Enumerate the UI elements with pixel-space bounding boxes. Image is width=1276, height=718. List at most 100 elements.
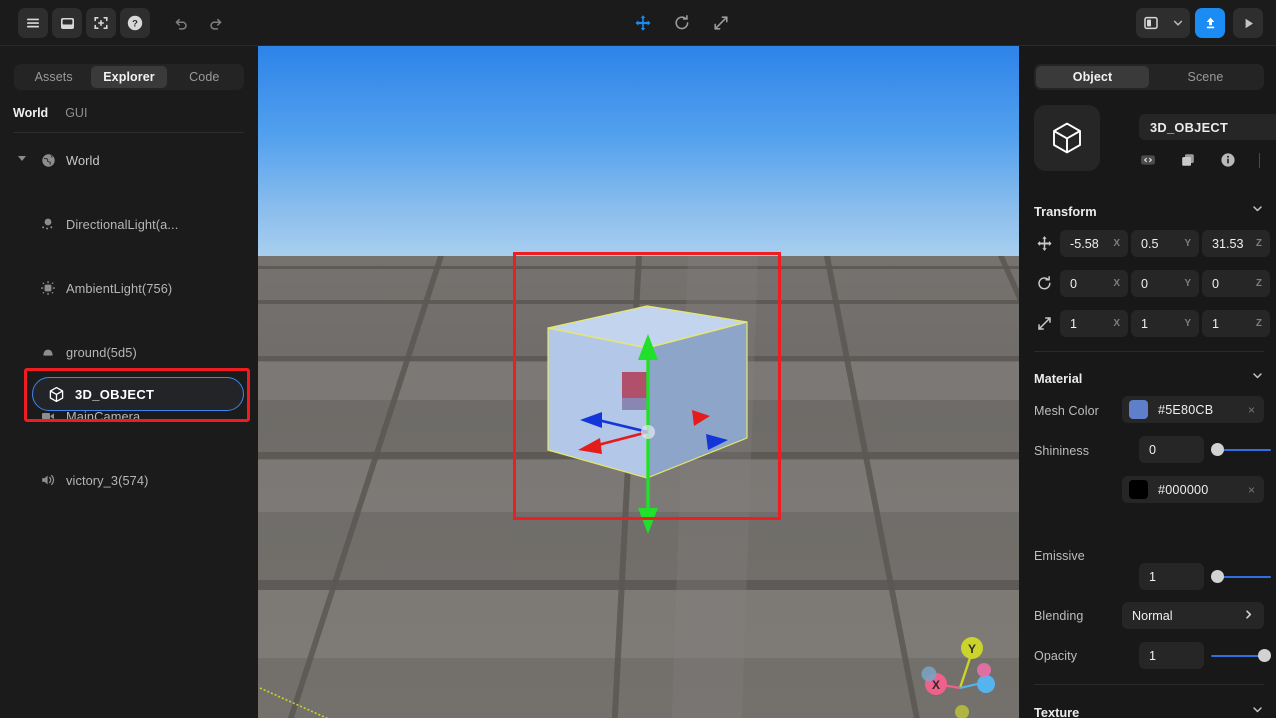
inspector-panel: Object Scene 3D_OBJECT Transform -5.58 X… [1019,46,1276,718]
play-icon[interactable] [1233,8,1263,38]
shininess-slider[interactable] [1211,436,1271,463]
chevron-down-icon[interactable] [1251,703,1264,718]
field-value: 0.5 [1141,236,1159,251]
scale-x-field[interactable]: 1 X [1060,310,1128,337]
menu-icon[interactable] [18,8,48,38]
action-divider [1259,152,1260,168]
clear-color-icon[interactable]: × [1248,403,1255,417]
duplicate-icon[interactable] [1179,152,1196,169]
subtab-world[interactable]: World [13,106,48,120]
tree-item-directionallight[interactable]: DirectionalLight(a... [0,208,258,240]
texture-section-header[interactable]: Texture [1034,702,1264,718]
position-z-field[interactable]: 31.53 Z [1202,230,1270,257]
code-icon[interactable] [1139,152,1156,169]
axis-gizmo[interactable]: Y X [918,626,1018,718]
field-axis: Z [1255,278,1262,289]
sidebar-tabs: Assets Explorer Code [14,64,244,90]
section-title: Transform [1034,203,1097,219]
object-header: 3D_OBJECT [1034,105,1276,175]
section-title: Texture [1034,704,1080,718]
3d-viewport[interactable]: Y X [258,46,1019,718]
directional-light-icon [38,214,58,234]
tree-item-label: ground(5d5) [66,344,137,360]
scale-tool-icon[interactable] [706,8,736,38]
chevron-down-icon[interactable] [18,156,26,161]
field-value: 1 [1070,316,1078,331]
opacity-slider[interactable] [1211,642,1271,669]
blending-select[interactable]: Normal [1122,602,1264,629]
cube-annotation-box [513,252,781,520]
field-value: 0 [1212,276,1220,291]
tab-assets[interactable]: Assets [16,66,91,88]
tree-item-ambientlight[interactable]: AmbientLight(756) [0,272,258,304]
transform-section-header[interactable]: Transform [1034,201,1264,221]
tree-item-ground[interactable]: ground(5d5) [0,336,258,368]
tree-item-label: victory_3(574) [66,472,149,488]
tree-item-label: AmbientLight(756) [66,280,173,296]
field-value: -5.58 [1070,236,1099,251]
svg-text:?: ? [132,19,138,30]
ambient-light-icon [38,278,58,298]
chevron-down-icon[interactable] [1166,8,1190,38]
field-axis: X [1113,278,1120,289]
color-hex-value: #5E80CB [1158,402,1214,417]
tree-item-world[interactable]: World [0,144,258,176]
clear-color-icon[interactable]: × [1248,483,1255,497]
position-y-field[interactable]: 0.5 Y [1131,230,1199,257]
material-section-header[interactable]: Material [1034,368,1264,388]
editor-window: ? Assets Explorer Code World GUI World D… [0,0,1276,718]
move-icon [1034,230,1054,257]
tree-item-victory[interactable]: victory_3(574) [0,464,258,496]
info-icon[interactable] [1219,152,1236,169]
globe-icon [38,150,58,170]
move-tool-icon[interactable] [628,8,658,38]
emissive-slider[interactable] [1211,563,1271,590]
emissive-intensity-field[interactable]: 1 [1139,563,1204,590]
field-axis: Z [1255,238,1262,249]
layout-toggle-icon[interactable] [1136,8,1166,38]
field-value: 31.53 [1212,236,1244,251]
rotation-z-field[interactable]: 0 Z [1202,270,1270,297]
field-value: 0 [1070,276,1078,291]
help-icon[interactable]: ? [120,8,150,38]
select-value: Normal [1132,608,1173,623]
field-value: 1 [1149,648,1157,663]
field-axis: Y [1184,238,1191,249]
rotate-tool-icon[interactable] [667,8,697,38]
object-thumbnail [1034,105,1100,171]
tab-explorer[interactable]: Explorer [91,66,167,88]
undo-icon[interactable] [166,8,196,38]
rotation-x-field[interactable]: 0 X [1060,270,1128,297]
field-value: 1 [1212,316,1220,331]
position-x-field[interactable]: -5.58 X [1060,230,1128,257]
rotation-y-field[interactable]: 0 Y [1131,270,1199,297]
opacity-field[interactable]: 1 [1139,642,1204,669]
emissive-color-field[interactable]: #000000 × [1122,476,1264,503]
chevron-down-icon[interactable] [1251,202,1264,220]
fullscreen-icon[interactable] [86,8,116,38]
redo-icon[interactable] [200,8,230,38]
field-axis: X [1113,318,1120,329]
publish-icon[interactable] [1195,8,1225,38]
section-title: Material [1034,370,1083,386]
subtab-gui[interactable]: GUI [65,106,87,120]
color-swatch[interactable] [1129,480,1148,499]
color-swatch[interactable] [1129,400,1148,419]
mesh-color-field[interactable]: #5E80CB × [1122,396,1264,423]
panel-divider [1034,351,1264,352]
scale-z-field[interactable]: 1 Z [1202,310,1270,337]
scale-y-field[interactable]: 1 Y [1131,310,1199,337]
field-axis: X [1113,238,1120,249]
shininess-field[interactable]: 0 [1139,436,1204,463]
blending-label: Blending [1034,609,1084,623]
tab-scene[interactable]: Scene [1149,66,1262,88]
tab-object[interactable]: Object [1036,66,1149,88]
panel-icon[interactable] [52,8,82,38]
tab-code[interactable]: Code [167,66,242,88]
tree-item-3d-object[interactable]: 3D_OBJECT [32,377,244,411]
chevron-down-icon[interactable] [1251,369,1264,387]
sidebar-subtabs: World GUI [13,102,87,124]
top-toolbar: ? [0,0,1276,46]
color-hex-value: #000000 [1158,482,1209,497]
object-name-field[interactable]: 3D_OBJECT [1139,114,1276,140]
